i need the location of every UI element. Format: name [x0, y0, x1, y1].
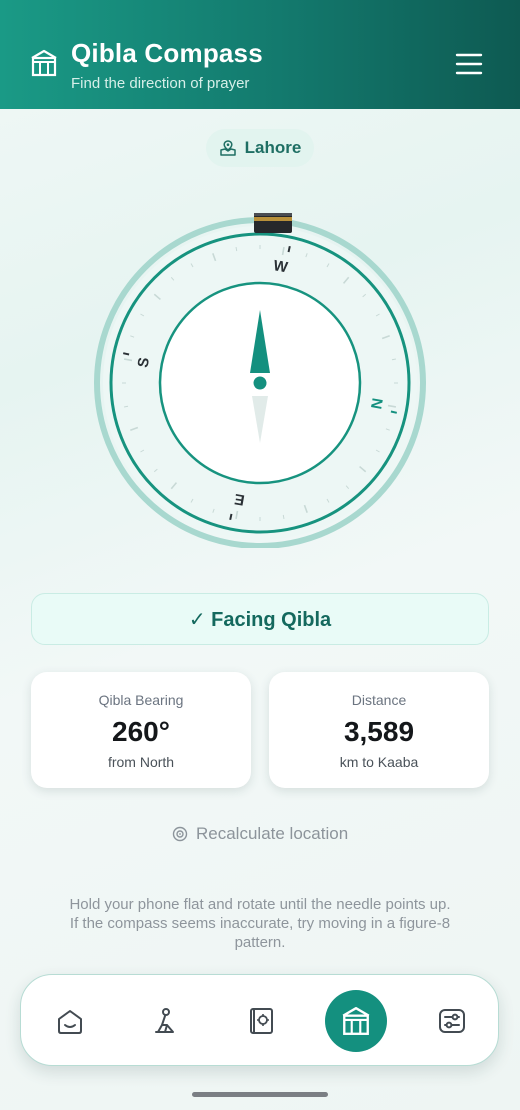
- app-header: Qibla Compass Find the direction of pray…: [0, 0, 520, 109]
- location-chip[interactable]: Lahore: [206, 129, 314, 167]
- compass-tick: [124, 405, 129, 408]
- qibla-status-text: ✓ Facing Qibla: [188, 608, 332, 631]
- kaaba-icon: [31, 49, 57, 77]
- instructions-text: Hold your phone flat and rotate until th…: [40, 895, 480, 952]
- bearing-card: Qibla Bearing 260° from North: [31, 672, 251, 788]
- compass-pivot: [253, 376, 267, 390]
- nav-settings[interactable]: [436, 1005, 468, 1037]
- location-city: Lahore: [244, 138, 302, 157]
- compass-cardinal-mark: [287, 245, 291, 253]
- bottom-nav: [20, 974, 499, 1066]
- page-title: Qibla Compass: [71, 38, 263, 68]
- compass-cardinal-mark: [229, 513, 233, 521]
- compass-tick: [235, 247, 238, 252]
- prayer-icon: [155, 1008, 174, 1033]
- bearing-value: 260°: [112, 716, 170, 747]
- nav-prayer[interactable]: [149, 1005, 181, 1037]
- kaaba-marker-icon: [254, 213, 292, 233]
- map-pin-icon: [219, 140, 236, 156]
- settings-icon: [439, 1009, 465, 1033]
- page-subtitle: Find the direction of prayer: [71, 75, 250, 92]
- compass-tick: [391, 358, 396, 361]
- qibla-status-banner: ✓ Facing Qibla: [31, 593, 489, 645]
- recalculate-button[interactable]: Recalculate location: [172, 822, 348, 846]
- distance-sub: km to Kaaba: [339, 754, 419, 770]
- location-target-icon: [172, 826, 188, 842]
- compass-cardinal-mark: [122, 352, 130, 356]
- recalculate-label: Recalculate location: [196, 824, 349, 843]
- instructions-line-1: Hold your phone flat and rotate until th…: [69, 896, 451, 913]
- quran-icon: [250, 1008, 273, 1034]
- distance-label: Distance: [351, 692, 407, 708]
- instructions-line-3: pattern.: [234, 934, 286, 951]
- compass-tick: [282, 514, 285, 519]
- distance-value: 3,589: [343, 716, 415, 747]
- instructions-line-2: If the compass seems inaccurate, try mov…: [69, 915, 451, 932]
- qibla-icon: [342, 1007, 370, 1035]
- distance-card: Distance 3,589 km to Kaaba: [269, 672, 489, 788]
- compass-cardinal-mark: [390, 410, 398, 414]
- bearing-sub: from North: [107, 754, 175, 770]
- nav-qibla[interactable]: [325, 990, 387, 1052]
- home-icon: [58, 1010, 82, 1034]
- nav-home[interactable]: [54, 1005, 86, 1037]
- bearing-label: Qibla Bearing: [98, 692, 184, 708]
- home-indicator[interactable]: [192, 1092, 328, 1097]
- compass-dial: NESW: [94, 213, 426, 548]
- nav-quran[interactable]: [245, 1005, 277, 1037]
- hamburger-menu-icon[interactable]: [455, 52, 483, 76]
